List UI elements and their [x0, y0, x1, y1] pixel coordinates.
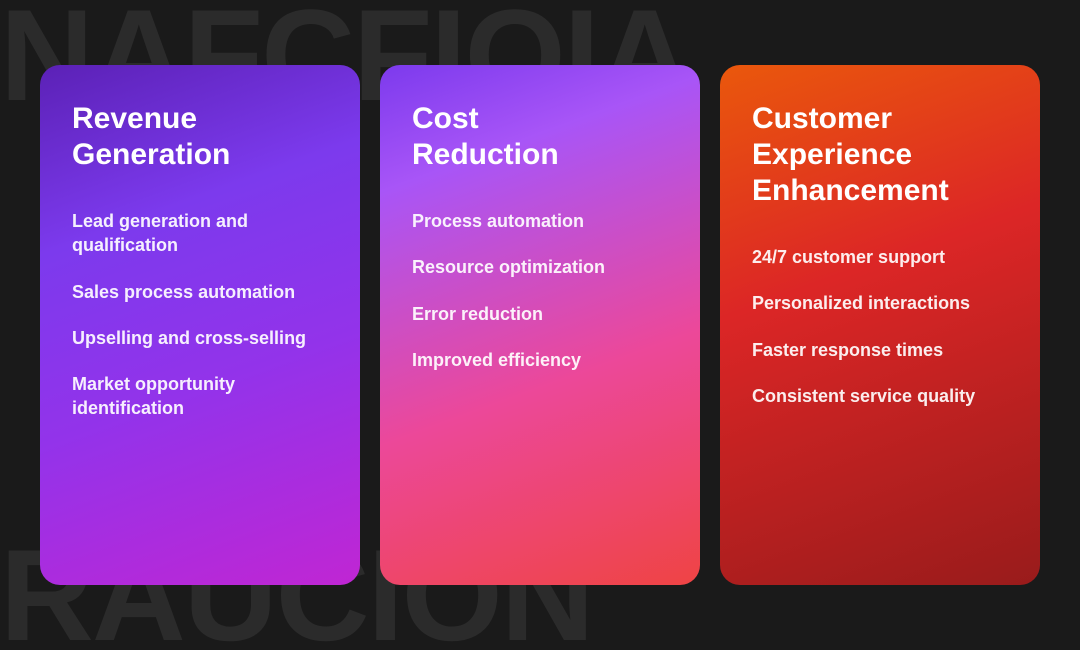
list-item: Lead generation and qualification [72, 209, 328, 258]
list-item: Process automation [412, 209, 668, 233]
card-customer: CustomerExperienceEnhancement 24/7 custo… [720, 65, 1040, 585]
list-item: Market opportunity identification [72, 372, 328, 421]
list-item: Personalized interactions [752, 291, 1008, 315]
list-item: Upselling and cross-selling [72, 326, 328, 350]
cards-container: RevenueGeneration Lead generation and qu… [0, 0, 1080, 650]
list-item: Consistent service quality [752, 384, 1008, 408]
card-customer-title: CustomerExperienceEnhancement [752, 101, 1008, 209]
card-customer-items: 24/7 customer support Personalized inter… [752, 245, 1008, 549]
card-cost-title: CostReduction [412, 101, 668, 173]
list-item: Sales process automation [72, 280, 328, 304]
list-item: Improved efficiency [412, 348, 668, 372]
list-item: Error reduction [412, 302, 668, 326]
card-revenue: RevenueGeneration Lead generation and qu… [40, 65, 360, 585]
list-item: Faster response times [752, 338, 1008, 362]
card-revenue-items: Lead generation and qualification Sales … [72, 209, 328, 549]
list-item: 24/7 customer support [752, 245, 1008, 269]
card-revenue-title: RevenueGeneration [72, 101, 328, 173]
list-item: Resource optimization [412, 255, 668, 279]
card-cost: CostReduction Process automation Resourc… [380, 65, 700, 585]
card-cost-items: Process automation Resource optimization… [412, 209, 668, 549]
